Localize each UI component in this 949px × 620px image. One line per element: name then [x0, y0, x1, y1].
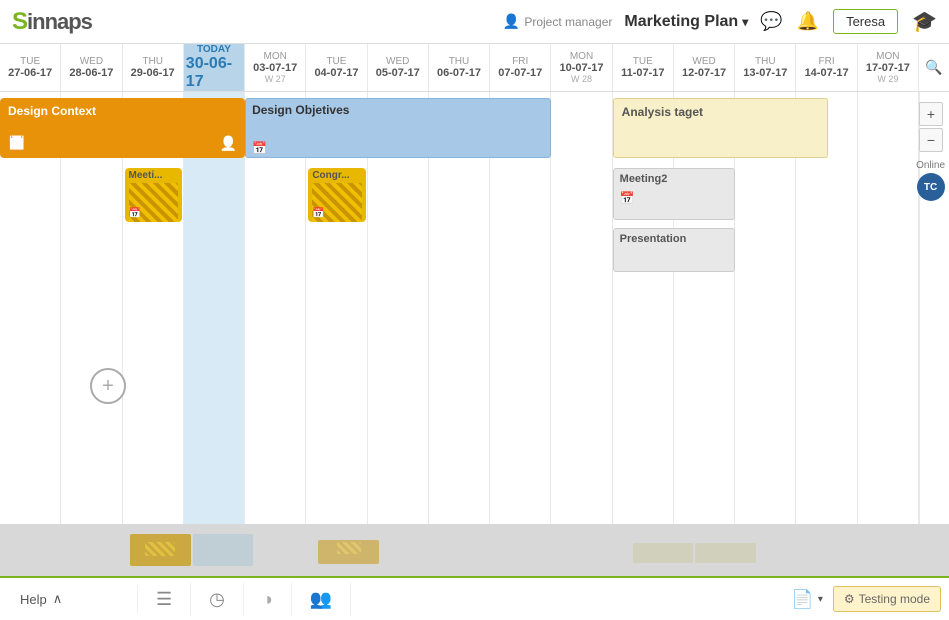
column-headers: TUE 27-06-17 WED 28-06-17 THU 29-06-17 T…	[0, 44, 949, 92]
online-user-badge: TC	[917, 173, 945, 201]
col-thu-13: THU 13-07-17	[735, 44, 796, 91]
col-wed-28: WED 28-06-17	[61, 44, 122, 91]
col-fri-07: FRI 07-07-17	[490, 44, 551, 91]
grid-col-7	[429, 92, 490, 524]
gear-icon: ⚙	[844, 592, 855, 606]
calendar-area: TUE 27-06-17 WED 28-06-17 THU 29-06-17 T…	[0, 44, 949, 524]
mini-col-9	[570, 530, 631, 570]
people-button[interactable]: 👥	[292, 583, 351, 616]
person-icon: 👤	[503, 13, 520, 30]
chat-icon[interactable]: 💬	[760, 11, 782, 32]
col-tue-11: TUE 11-07-17	[613, 44, 674, 91]
mini-col-10	[633, 543, 694, 563]
mini-col-1	[67, 530, 128, 570]
testing-mode-button[interactable]: ⚙ Testing mode	[833, 586, 941, 612]
col-tue-27: TUE 27-06-17	[0, 44, 61, 91]
help-label: Help	[20, 592, 47, 607]
mini-col-5	[318, 540, 379, 564]
user-button[interactable]: Teresa	[833, 9, 898, 34]
project-name[interactable]: Marketing Plan ▾	[624, 13, 748, 31]
list-view-button[interactable]: ☰	[138, 583, 191, 616]
grid-col-9	[551, 92, 612, 524]
grid-col-5	[306, 92, 367, 524]
people-icon: 👥	[310, 589, 332, 610]
grid-col-0	[0, 92, 61, 524]
col-mon-17: MON 17-07-17 W 29	[858, 44, 919, 91]
header: Sinnaps 👤 Project manager Marketing Plan…	[0, 0, 949, 44]
palette-icon: ◑	[262, 589, 273, 610]
help-button[interactable]: Help ∧	[8, 585, 138, 613]
chevron-down-icon: ▾	[742, 15, 748, 29]
grid-col-6	[368, 92, 429, 524]
grid-col-8	[490, 92, 551, 524]
palette-button[interactable]: ◑	[244, 583, 292, 616]
header-icons: 💬 🔔 Teresa 🎓	[760, 9, 937, 34]
grid-col-4	[245, 92, 306, 524]
mini-col-14	[884, 530, 945, 570]
mini-col-4	[255, 530, 316, 570]
grid-col-2	[123, 92, 184, 524]
search-icon[interactable]: 🔍	[925, 59, 942, 76]
zoom-in-button[interactable]: +	[919, 102, 943, 126]
project-manager-label: 👤 Project manager	[503, 13, 612, 30]
mini-col-13	[821, 530, 882, 570]
grid-col-3	[184, 92, 245, 524]
search-header[interactable]: 🔍	[919, 44, 949, 91]
col-thu-29: THU 29-06-17	[123, 44, 184, 91]
col-fri-14: FRI 14-07-17	[796, 44, 857, 91]
col-thu-06: THU 06-07-17	[429, 44, 490, 91]
mini-col-0	[4, 530, 65, 570]
col-wed-12: WED 12-07-17	[674, 44, 735, 91]
col-mon-10: MON 10-07-17 W 28	[551, 44, 612, 91]
col-tue-04: TUE 04-07-17	[306, 44, 367, 91]
document-icon: 📄	[791, 589, 813, 610]
mini-col-8	[507, 530, 568, 570]
clock-button[interactable]: ◷	[191, 583, 244, 616]
grid-col-10	[613, 92, 674, 524]
graduation-cap-icon: 🎓	[912, 9, 937, 34]
col-mon-03: MON 03-07-17 W 27	[245, 44, 306, 91]
online-label: Online	[916, 160, 945, 171]
chevron-up-icon: ∧	[53, 591, 63, 607]
grid-col-1	[61, 92, 122, 524]
add-button[interactable]: +	[90, 368, 126, 404]
grid-body: Design Context 📅 👤 Design Objetives 📅 An…	[0, 92, 949, 524]
document-button[interactable]: 📄 ▾	[781, 583, 832, 616]
mini-col-7	[444, 530, 505, 570]
col-wed-05: WED 05-07-17	[368, 44, 429, 91]
mini-col-3	[193, 534, 254, 566]
clock-icon: ◷	[209, 589, 225, 610]
bottom-toolbar: Help ∧ ☰ ◷ ◑ 👥 📄 ▾ ⚙ Testing mode	[0, 576, 949, 620]
mini-col-2	[130, 534, 191, 566]
list-icon: ☰	[156, 589, 172, 610]
grid-col-search	[919, 92, 949, 524]
grid-col-11	[674, 92, 735, 524]
grid-col-12	[735, 92, 796, 524]
mini-map	[0, 524, 949, 576]
mini-col-11	[695, 543, 756, 563]
chevron-down-icon-2: ▾	[818, 594, 823, 605]
bell-icon[interactable]: 🔔	[797, 11, 819, 32]
logo[interactable]: Sinnaps	[12, 8, 92, 36]
grid-col-13	[796, 92, 857, 524]
grid-col-14	[858, 92, 919, 524]
col-today: Today 30-06-17	[184, 44, 245, 91]
zoom-out-button[interactable]: −	[919, 128, 943, 152]
mini-col-6	[381, 530, 442, 570]
online-indicator: Online TC	[916, 160, 945, 201]
testing-mode-label: Testing mode	[859, 592, 930, 606]
mini-col-12	[758, 530, 819, 570]
zoom-controls: + −	[919, 102, 943, 152]
